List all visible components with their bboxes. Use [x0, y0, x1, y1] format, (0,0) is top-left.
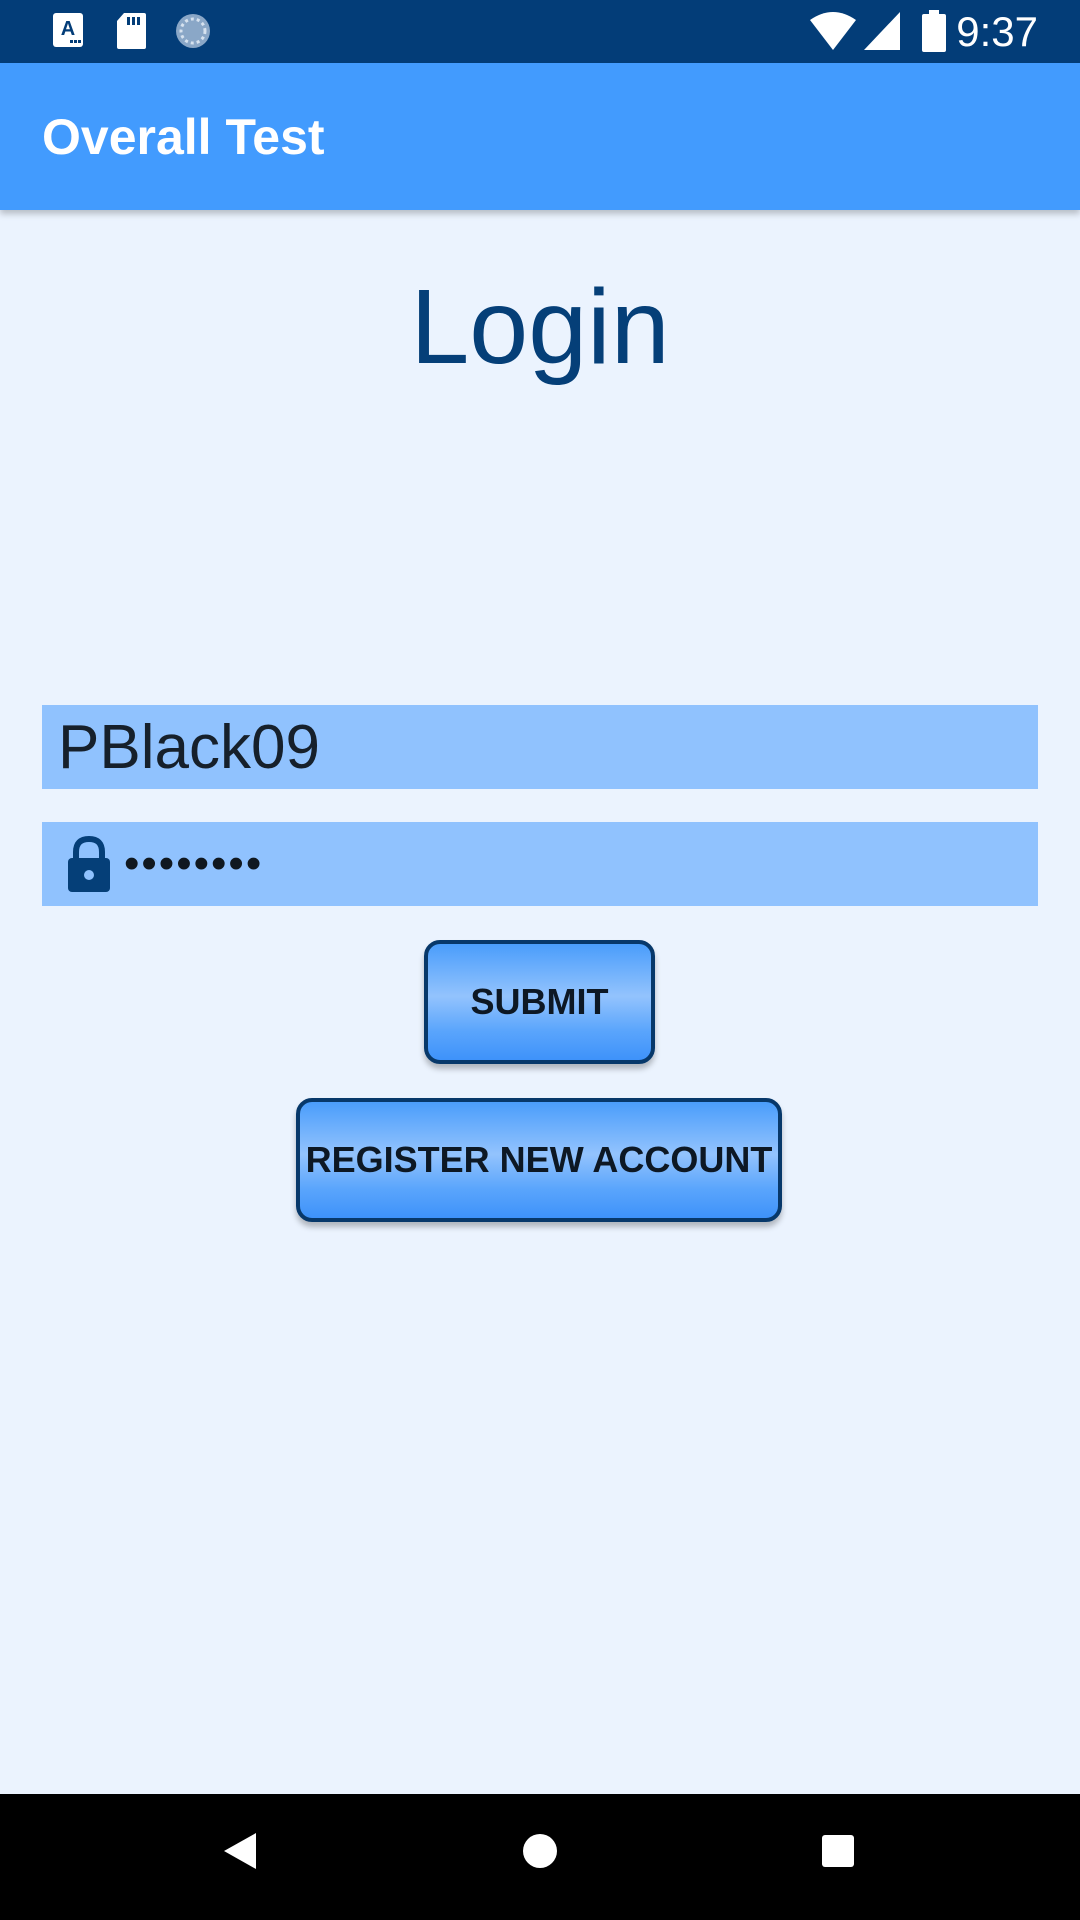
- recents-icon[interactable]: [821, 1831, 855, 1871]
- submit-button[interactable]: SUBMIT: [424, 940, 655, 1064]
- password-value: ••••••••: [124, 839, 264, 888]
- sync-circle-icon: [176, 14, 210, 48]
- page-title: Login: [410, 268, 670, 386]
- status-time: 9:37: [956, 8, 1038, 55]
- lock-icon: [68, 836, 110, 892]
- navigation-bar: [0, 1794, 1080, 1920]
- app-bar: Overall Test: [0, 63, 1080, 210]
- font-app-icon: A: [53, 13, 83, 47]
- battery-icon: [922, 10, 946, 52]
- password-field[interactable]: ••••••••: [42, 822, 1038, 906]
- app-title: Overall Test: [42, 109, 325, 165]
- sd-card-icon: [117, 13, 146, 49]
- username-field[interactable]: PBlack09: [42, 705, 1038, 789]
- screen: A 9:37 Overall Test Login PBlack09 •••••…: [0, 0, 1080, 1920]
- signal-icon: [864, 12, 900, 50]
- home-icon[interactable]: [521, 1831, 559, 1871]
- username-value: PBlack09: [58, 713, 320, 782]
- status-bar: A 9:37: [0, 0, 1080, 63]
- svg-text:A: A: [61, 18, 75, 40]
- wifi-icon: [810, 12, 856, 50]
- register-new-account-button[interactable]: REGISTER NEW ACCOUNT: [296, 1098, 782, 1222]
- back-icon[interactable]: [222, 1831, 258, 1871]
